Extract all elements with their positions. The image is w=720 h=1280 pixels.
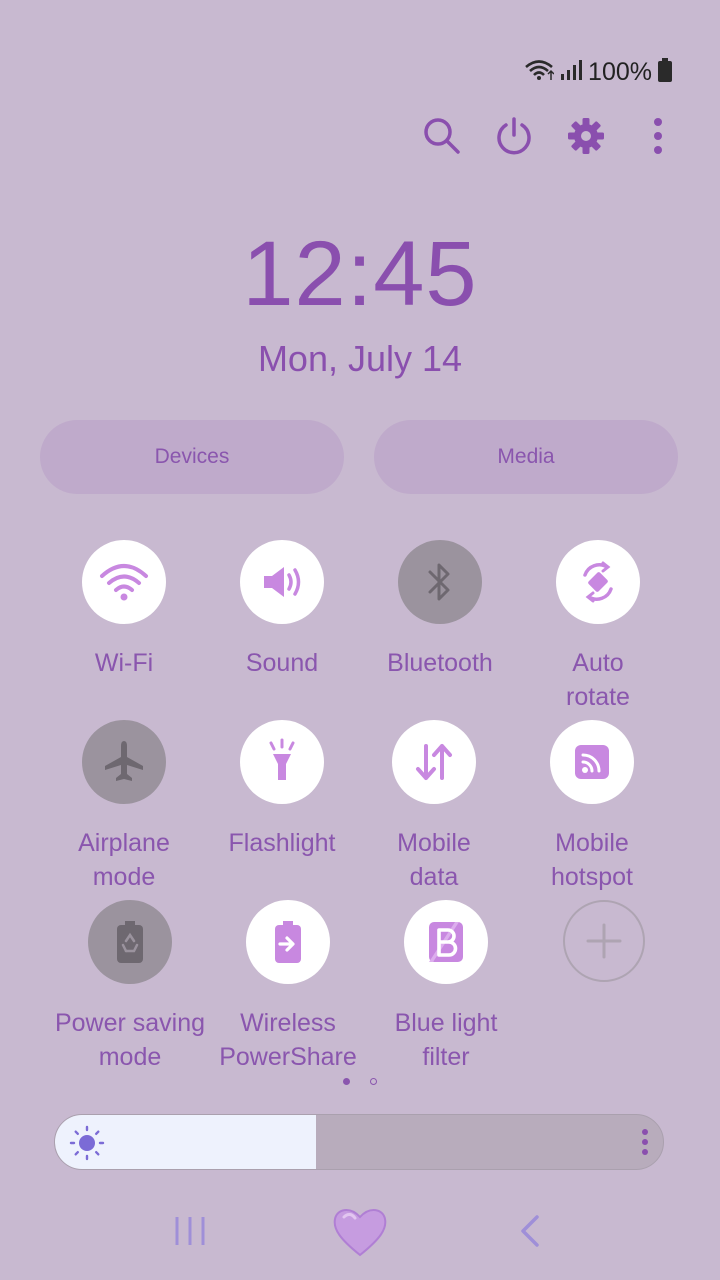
- flashlight-icon[interactable]: [240, 720, 324, 804]
- brightness-slider[interactable]: [54, 1114, 664, 1170]
- more-options-icon[interactable]: [636, 112, 680, 160]
- tile-wireless-powershare[interactable]: Wireless PowerShare: [208, 900, 368, 1074]
- tile-add[interactable]: [524, 900, 684, 982]
- auto-rotate-icon[interactable]: [556, 540, 640, 624]
- tile-mobile-hotspot[interactable]: Mobile hotspot: [512, 720, 672, 894]
- battery-icon: [658, 57, 672, 87]
- mobile-data-icon[interactable]: [392, 720, 476, 804]
- home-heart-icon[interactable]: [320, 1196, 400, 1266]
- tile-label: Flashlight: [228, 829, 336, 857]
- brightness-more-icon[interactable]: [641, 1127, 649, 1162]
- tile-blue-light-filter[interactable]: Blue light filter: [366, 900, 526, 1074]
- tile-label: Blue light filter: [394, 1009, 498, 1071]
- hotspot-icon[interactable]: [550, 720, 634, 804]
- speaker-icon[interactable]: [240, 540, 324, 624]
- clock-date[interactable]: Mon, July 14: [0, 338, 720, 380]
- tile-label: Wireless PowerShare: [219, 1009, 357, 1071]
- tile-bluetooth[interactable]: Bluetooth: [360, 540, 520, 680]
- search-icon[interactable]: [420, 112, 464, 160]
- bluetooth-icon[interactable]: [398, 540, 482, 624]
- wifi-toggle[interactable]: [82, 540, 166, 624]
- devices-button[interactable]: Devices: [40, 420, 344, 494]
- clock-time[interactable]: 12:45: [0, 222, 720, 327]
- tile-label: Mobile data: [397, 829, 471, 891]
- brightness-sun-icon: [69, 1125, 105, 1166]
- signal-icon: [560, 59, 583, 86]
- wireless-powershare-icon[interactable]: [246, 900, 330, 984]
- tile-label: Auto rotate: [566, 649, 630, 711]
- tile-label: Wi-Fi: [94, 649, 154, 677]
- blue-light-filter-icon[interactable]: [404, 900, 488, 984]
- settings-gear-icon[interactable]: [564, 112, 608, 160]
- tile-label: Airplane mode: [78, 829, 170, 891]
- power-icon[interactable]: [492, 112, 536, 160]
- tile-label: Sound: [245, 649, 319, 677]
- tile-label: Power saving mode: [54, 1009, 206, 1071]
- quick-panel-toolbar: [420, 112, 680, 160]
- recent-apps-icon[interactable]: [160, 1196, 220, 1266]
- tile-flashlight[interactable]: Flashlight: [202, 720, 362, 860]
- add-icon[interactable]: [563, 900, 645, 982]
- tile-airplane-mode[interactable]: Airplane mode: [44, 720, 204, 894]
- battery-percent: 100%: [588, 57, 652, 86]
- tile-auto-rotate[interactable]: Auto rotate: [518, 540, 678, 714]
- wifi-status-icon: [524, 58, 555, 87]
- tile-label: Bluetooth: [387, 649, 493, 677]
- tile-mobile-data[interactable]: Mobile data: [354, 720, 514, 894]
- airplane-icon[interactable]: [82, 720, 166, 804]
- power-saving-icon[interactable]: [88, 900, 172, 984]
- tile-label: Mobile hotspot: [550, 829, 633, 891]
- tile-wifi[interactable]: Wi-Fi: [44, 540, 204, 680]
- tile-sound[interactable]: Sound: [202, 540, 362, 680]
- page-dot: [370, 1078, 377, 1085]
- media-button[interactable]: Media: [374, 420, 678, 494]
- status-bar: 100%: [524, 56, 672, 88]
- tile-power-saving-mode[interactable]: Power saving mode: [50, 900, 210, 1074]
- back-icon[interactable]: [500, 1196, 560, 1266]
- page-dot-active: [343, 1078, 350, 1085]
- page-indicator: [0, 1078, 720, 1085]
- navigation-bar: [0, 1196, 720, 1266]
